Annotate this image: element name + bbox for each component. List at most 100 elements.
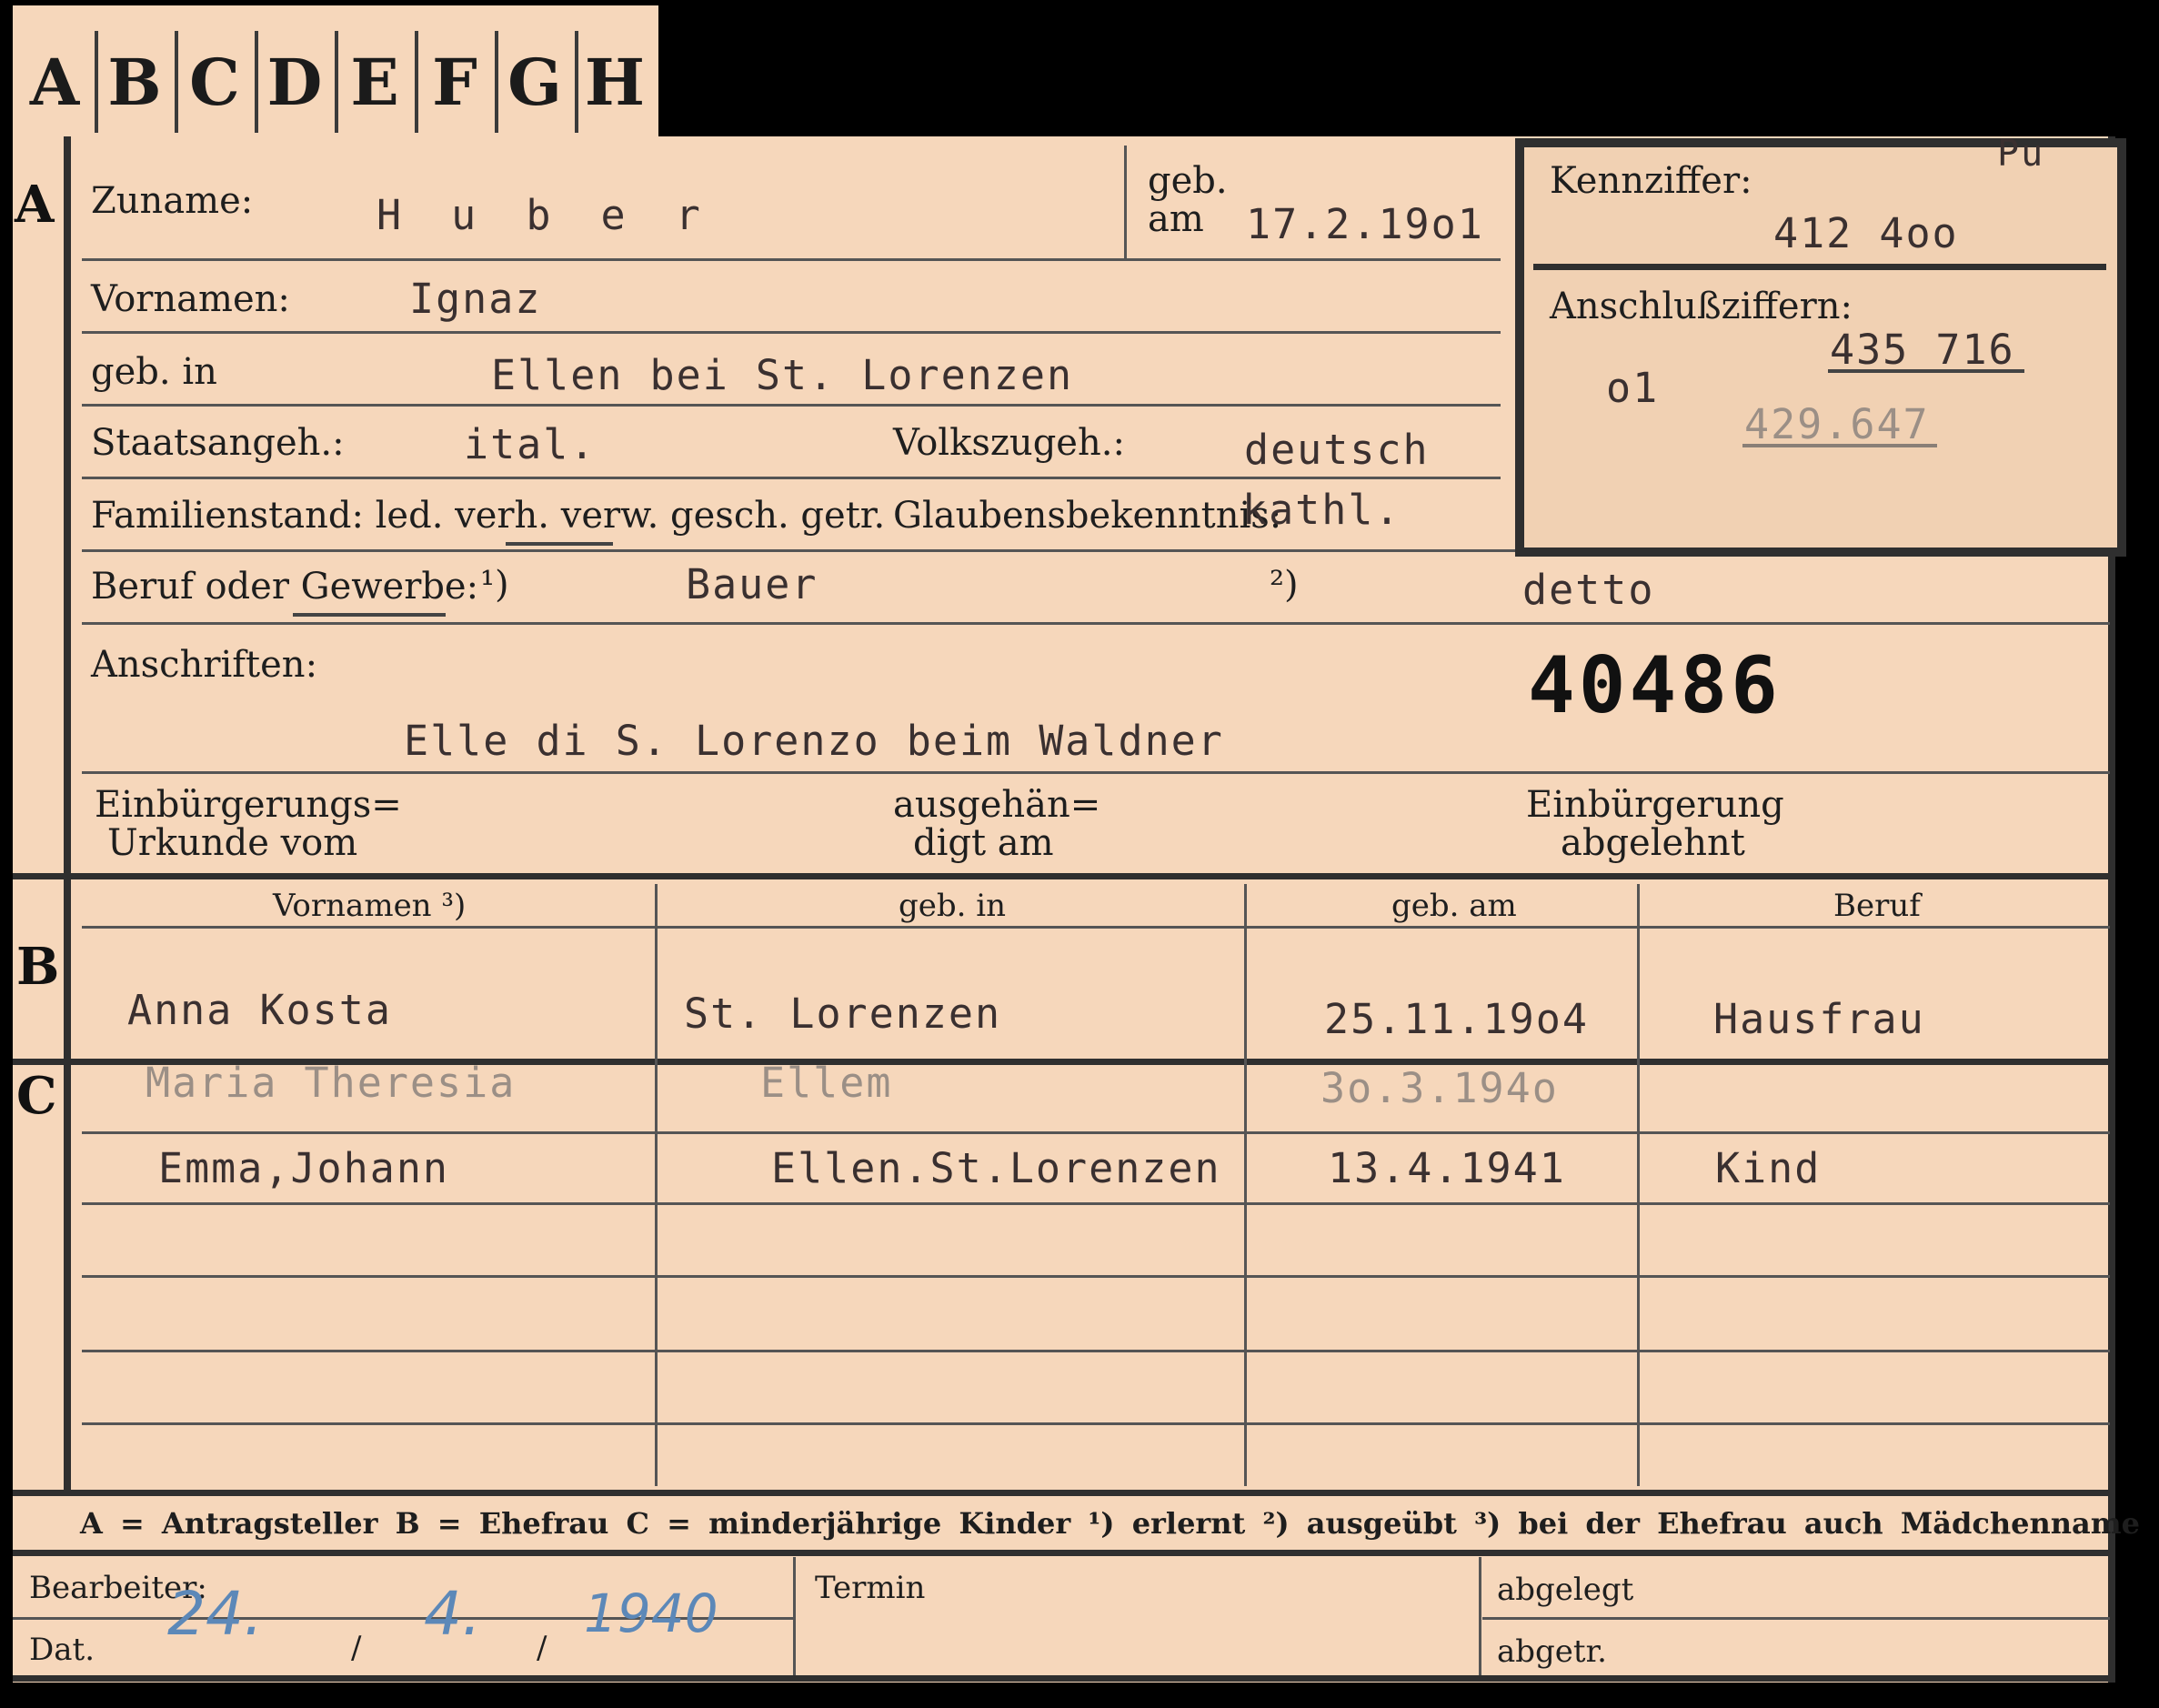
kennziffer-rule <box>1533 264 2106 270</box>
value-address: Elle di S. Lorenzo beim Waldner <box>404 717 1224 765</box>
child-1-birth-place: Ellem <box>760 1059 893 1107</box>
rule-a4 <box>82 477 1501 479</box>
label-abgetr: abgetr. <box>1497 1633 1607 1670</box>
handwritten-date-year: 1940 <box>584 1582 718 1644</box>
file-number: 40486 <box>1528 640 1782 731</box>
tab-b[interactable]: B <box>95 31 178 133</box>
beruf-underline <box>293 613 446 617</box>
rule-a2 <box>82 331 1501 334</box>
rule-c5 <box>82 1422 2110 1425</box>
label-kennziffer: Kennziffer: <box>1550 160 1752 202</box>
footer-divider-2 <box>1479 1557 1481 1675</box>
label-anschlussziffern: Anschlußziffern: <box>1550 286 1853 327</box>
label-abgelegt: abgelegt <box>1497 1572 1634 1608</box>
label-geb-am-2: am <box>1148 198 1204 240</box>
label-anschriften: Anschriften: <box>91 644 318 686</box>
value-ethnicity: deutsch <box>1244 426 1430 474</box>
section-a-marker: A <box>15 175 55 235</box>
footer-divider-1 <box>793 1557 796 1675</box>
label-dat: Dat. <box>29 1632 95 1668</box>
tab-c[interactable]: C <box>175 31 258 133</box>
label-einbuergerungs-2: Urkunde vom <box>107 822 358 864</box>
value-occupation-learned: Bauer <box>686 560 818 608</box>
handwritten-date-month: 4. <box>424 1579 481 1649</box>
child-1-birth-date: 3o.3.194o <box>1321 1064 1559 1112</box>
value-first-names: Ignaz <box>409 275 542 323</box>
label-termin: Termin <box>815 1570 926 1606</box>
value-anschluss-prefix: o1 <box>1606 364 1660 412</box>
section-c-marker: C <box>16 1066 57 1126</box>
footer-top-rule <box>13 1550 2115 1556</box>
col-divider-2 <box>1244 884 1247 1486</box>
legend-top-rule <box>13 1490 2115 1496</box>
value-birth-date: 17.2.19o1 <box>1246 200 1484 248</box>
label-staatsangeh: Staatsangeh.: <box>91 422 345 464</box>
section-b-marker: B <box>16 937 60 997</box>
rule-c2 <box>82 1202 2110 1205</box>
rule-a3 <box>82 404 1501 407</box>
familienstand-verh-underline <box>506 542 613 546</box>
label-geb-in: geb. in <box>91 351 217 393</box>
label-beruf: Beruf oder Gewerbe: <box>91 566 479 608</box>
footnote-2-mark: ²) <box>1270 564 1299 606</box>
col-divider-1 <box>655 884 658 1486</box>
label-geb-am-1: geb. <box>1148 160 1228 202</box>
header-geb-in: geb. in <box>899 888 1007 924</box>
date-sep-2: / <box>537 1630 547 1666</box>
left-margin-rule <box>64 136 71 1492</box>
anschluss-1-underline <box>1828 369 2024 373</box>
wife-birth-place: St. Lorenzen <box>684 990 1002 1038</box>
rule-a1 <box>82 258 1501 261</box>
handwritten-date-day: 24. <box>167 1579 263 1649</box>
header-geb-am: geb. am <box>1391 888 1517 924</box>
wife-occupation: Hausfrau <box>1713 995 1925 1043</box>
label-einbuergerung-1: Einbürgerung <box>1526 784 1784 826</box>
value-anschluss-1: 435 716 <box>1830 326 2015 374</box>
tab-h[interactable]: H <box>575 31 655 133</box>
label-glaubensbekenntnis: Glaubensbekenntnis: <box>893 495 1282 537</box>
rule-a-birth-divider <box>1124 146 1127 258</box>
rule-a7 <box>82 771 2110 774</box>
tab-a[interactable]: A <box>15 31 98 133</box>
value-kennziffer-note: Pu <box>1997 133 2045 175</box>
bottom-edge-rule <box>13 1675 2115 1682</box>
date-sep-1: / <box>351 1630 362 1666</box>
section-b-top-rule <box>13 873 2115 879</box>
label-zuname: Zuname: <box>91 180 254 222</box>
child-1-first-names: Maria Theresia <box>146 1059 517 1107</box>
tab-e[interactable]: E <box>335 31 418 133</box>
tab-d[interactable]: D <box>255 31 338 133</box>
child-2-birth-place: Ellen.St.Lorenzen <box>771 1144 1221 1192</box>
child-2-occupation: Kind <box>1715 1144 1822 1192</box>
label-einbuergerungs-1: Einbürgerungs= <box>95 784 402 826</box>
value-birth-place: Ellen bei St. Lorenzen <box>491 351 1074 399</box>
rule-a6 <box>82 622 2110 625</box>
value-citizenship: ital. <box>464 420 597 468</box>
legend: A = Antragsteller B = Ehefrau C = minder… <box>80 1506 2140 1541</box>
header-beruf: Beruf <box>1833 888 1921 924</box>
child-2-first-names: Emma,Johann <box>158 1144 450 1192</box>
anschluss-2-underline <box>1742 444 1937 447</box>
wife-birth-date: 25.11.19o4 <box>1324 995 1589 1043</box>
value-kennziffer: 412 4oo <box>1773 209 1959 257</box>
label-volkszugeh: Volkszugeh.: <box>893 422 1125 464</box>
value-occupation-practiced: detto <box>1522 566 1655 614</box>
label-ausgehaen-1: ausgehän= <box>893 784 1101 826</box>
value-surname: H u b e r <box>377 191 713 239</box>
value-anschluss-2: 429.647 <box>1744 400 1930 448</box>
value-religion: kathl. <box>1242 486 1401 534</box>
label-vornamen: Vornamen: <box>91 278 290 320</box>
tab-f[interactable]: F <box>415 31 498 133</box>
footer-abgelegt-rule <box>1482 1617 2110 1620</box>
tab-g[interactable]: G <box>495 31 578 133</box>
table-header-rule <box>82 926 2110 929</box>
rule-c4 <box>82 1350 2110 1352</box>
label-einbuergerung-2: abgelehnt <box>1561 822 1745 864</box>
child-2-birth-date: 13.4.1941 <box>1328 1144 1566 1192</box>
rule-c3 <box>82 1275 2110 1278</box>
label-familienstand: Familienstand: led. verh. verw. gesch. g… <box>91 495 886 537</box>
header-vornamen: Vornamen ³) <box>273 888 467 924</box>
wife-first-names: Anna Kosta <box>127 986 392 1034</box>
rule-c1 <box>82 1131 2110 1134</box>
label-ausgehaen-2: digt am <box>913 822 1054 864</box>
